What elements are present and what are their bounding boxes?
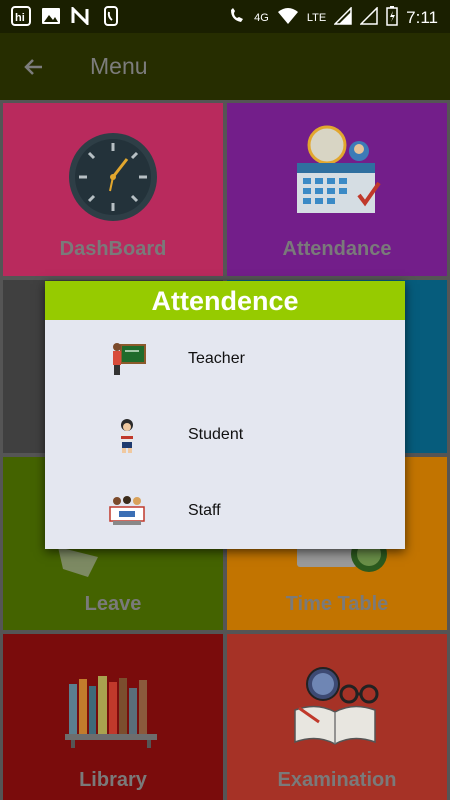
- signal-icon-1: [333, 6, 352, 28]
- examination-tile[interactable]: Examination: [227, 634, 447, 800]
- library-label: Library: [79, 769, 147, 791]
- back-button[interactable]: [18, 51, 50, 83]
- clock-icon: [69, 133, 157, 221]
- phone-icon: [100, 6, 122, 26]
- books-icon: [65, 676, 157, 748]
- status-right-icons: 4G LTE 7:11: [228, 6, 438, 29]
- teacher-icon: [113, 343, 146, 375]
- signal-icon-2: [359, 6, 378, 28]
- examination-label: Examination: [277, 769, 397, 791]
- teacher-option[interactable]: Teacher: [45, 329, 405, 389]
- staff-option[interactable]: Staff: [45, 481, 405, 541]
- library-tile[interactable]: Library: [3, 634, 223, 800]
- status-time: 7:11: [406, 7, 438, 27]
- leave-icon: [58, 547, 98, 577]
- wifi-icon: [277, 7, 299, 28]
- battery-icon: [386, 6, 398, 29]
- back-arrow-icon: [24, 59, 42, 75]
- app-bar: Menu: [0, 33, 450, 100]
- leave-label: Leave: [84, 593, 142, 615]
- dialog-title: Attendence: [45, 281, 405, 320]
- n-app-icon: [70, 6, 92, 26]
- status-bar: hi 4G LTE 7:11: [0, 0, 450, 33]
- attendance-tile[interactable]: Attendance: [227, 103, 447, 276]
- image-icon: [40, 6, 62, 26]
- page-title: Menu: [90, 53, 148, 79]
- attendance-dialog: Attendence Teacher Student Staff: [45, 281, 405, 549]
- teacher-label: Teacher: [188, 350, 245, 367]
- status-left-icons: hi: [10, 6, 122, 26]
- examination-icon: [294, 667, 379, 745]
- call-wifi-icon: [228, 7, 246, 28]
- dashboard-tile[interactable]: DashBoard: [3, 103, 223, 276]
- lte-label: LTE: [306, 11, 327, 24]
- timetable-label: Time Table: [285, 593, 389, 615]
- attendance-label: Attendance: [282, 238, 392, 260]
- student-label: Student: [188, 426, 244, 443]
- dashboard-label: DashBoard: [59, 238, 167, 260]
- staff-label: Staff: [188, 502, 221, 519]
- attendance-calendar-icon: [297, 125, 381, 213]
- svg-text:hi: hi: [15, 12, 25, 24]
- network-4g-label: 4G: [254, 11, 269, 24]
- staff-icon: [109, 496, 145, 525]
- hike-icon: hi: [10, 6, 32, 26]
- student-icon: [121, 419, 133, 453]
- student-option[interactable]: Student: [45, 405, 405, 465]
